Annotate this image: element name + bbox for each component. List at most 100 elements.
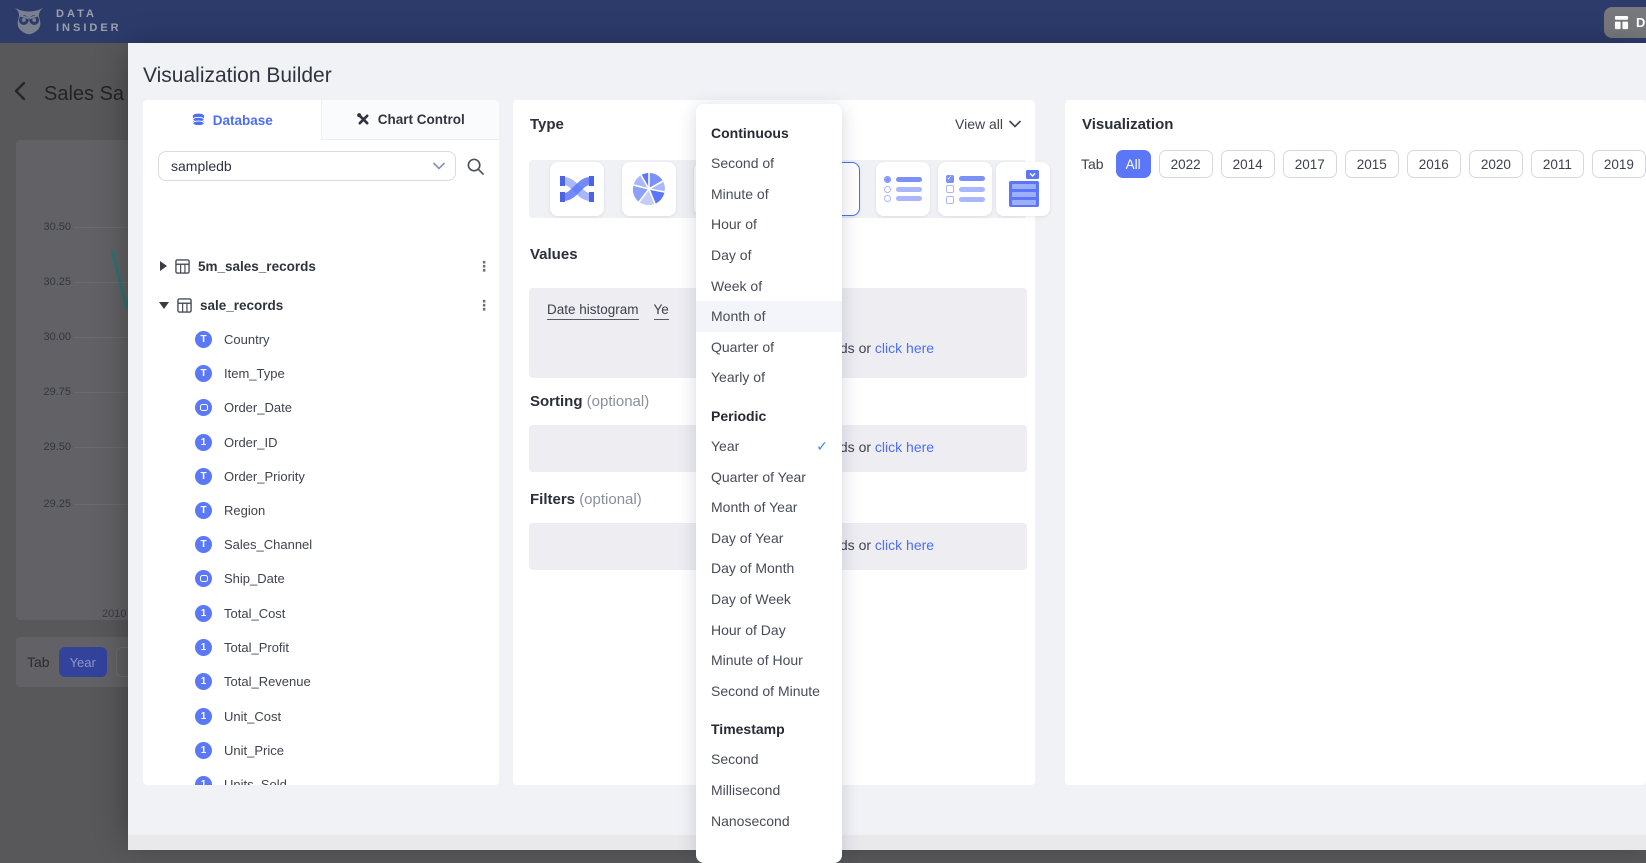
dropdown-item-highlighted[interactable]: Month of [696, 301, 842, 332]
field-item[interactable]: 1 Total_Revenue [195, 668, 491, 694]
drop-hint: elds or click here [829, 439, 934, 455]
field-item[interactable]: 1Unit_Price [195, 737, 491, 763]
number-field-icon: 1 [195, 708, 212, 725]
viz-tab-2020[interactable]: 2020 [1469, 150, 1523, 178]
dropdown-item[interactable]: Minute of [696, 179, 842, 210]
date-field-icon [195, 570, 212, 587]
viz-tab-2017[interactable]: 2017 [1283, 150, 1337, 178]
radio-list-icon [884, 174, 922, 205]
search-icon[interactable] [466, 157, 485, 176]
field-name: Total_Cost [224, 606, 285, 621]
click-here-link[interactable]: click here [875, 340, 934, 356]
value-chip-year[interactable]: Ye [654, 302, 669, 320]
dropdown-item[interactable]: Month of Year [696, 492, 842, 523]
tab-database[interactable]: Database [143, 100, 321, 140]
table-icon [177, 298, 192, 313]
number-field-icon: 1 [195, 742, 212, 759]
dropdown-section-header: Periodic [696, 401, 842, 431]
table-row-5m-sales-records[interactable]: 5m_sales_records ⋮ [157, 253, 491, 279]
tab-chip-quarter[interactable]: Qu [116, 647, 128, 677]
field-name: Item_Type [224, 366, 285, 381]
y-tick: 30.50 [43, 221, 71, 233]
check-icon: ✓ [816, 438, 828, 455]
dropdown-item[interactable]: Quarter of [696, 332, 842, 363]
field-item[interactable]: Ship_Date [195, 565, 491, 591]
field-item[interactable]: TSales_Channel [195, 531, 491, 557]
click-here-link[interactable]: click here [875, 537, 934, 553]
table-row-sale-records[interactable]: sale_records ⋮ [157, 292, 491, 318]
chart-type-dropdown-table[interactable] [996, 162, 1050, 216]
dropdown-section-header: Timestamp [696, 714, 842, 744]
chart-type-pie[interactable] [622, 162, 676, 216]
background-tab-bar: Tab Year Qu [16, 637, 128, 687]
field-item[interactable]: TOrder_Priority [195, 463, 491, 489]
dropdown-item[interactable]: Hour of Day [696, 614, 842, 645]
tools-icon [356, 112, 371, 127]
dropdown-item[interactable]: Second of [696, 148, 842, 179]
dropdown-item[interactable]: Second of Minute [696, 676, 842, 707]
pie-chart-icon [631, 171, 667, 207]
field-item[interactable]: 1 Total_Cost [195, 600, 491, 626]
dropdown-item[interactable]: Day of [696, 240, 842, 271]
number-field-icon: 1 [195, 434, 212, 451]
kebab-menu-icon[interactable]: ⋮ [477, 303, 491, 308]
app-logo[interactable]: DATA INSIDER [12, 4, 122, 38]
chart-type-sankey[interactable] [550, 162, 604, 216]
sankey-chart-icon [560, 174, 594, 204]
dashboard-button[interactable]: D [1604, 7, 1646, 38]
field-name: Country [224, 332, 270, 347]
view-all-button[interactable]: View all [955, 116, 1021, 132]
field-item[interactable]: TRegion [195, 497, 491, 523]
dropdown-item[interactable]: Nanosecond [696, 805, 842, 836]
tab-chip-year[interactable]: Year [59, 647, 107, 677]
tab-chart-control[interactable]: Chart Control [321, 100, 500, 140]
dropdown-section-header: Continuous [696, 118, 842, 148]
field-item[interactable]: 1Total_Profit [195, 634, 491, 660]
dropdown-item[interactable]: Day of Year [696, 523, 842, 554]
dashboard-button-label: D [1636, 15, 1645, 30]
field-item[interactable]: 1Unit_Cost [195, 703, 491, 729]
table-name: sale_records [200, 298, 283, 313]
viz-tab-2016[interactable]: 2016 [1407, 150, 1461, 178]
database-select[interactable]: sampledb [158, 151, 456, 181]
chart-type-checkbox-list[interactable]: ✓ [938, 162, 992, 216]
viz-tab-2015[interactable]: 2015 [1345, 150, 1399, 178]
field-item[interactable]: Order_Date [195, 394, 491, 420]
number-field-icon: 1 [195, 605, 212, 622]
dropdown-item[interactable]: Day of Week [696, 584, 842, 615]
viz-tab-2022[interactable]: 2022 [1159, 150, 1213, 178]
dropdown-item[interactable]: Hour of [696, 209, 842, 240]
dropdown-item[interactable]: Millisecond [696, 775, 842, 806]
drop-hint: elds or click here [829, 340, 934, 356]
dropdown-item[interactable]: Second [696, 744, 842, 775]
dropdown-item[interactable]: Week of [696, 270, 842, 301]
database-icon [191, 113, 206, 128]
field-item[interactable]: TItem_Type [195, 360, 491, 386]
dropdown-item-selected[interactable]: Year ✓ [696, 431, 842, 462]
expand-down-icon[interactable] [159, 302, 169, 309]
chart-type-radio-list[interactable] [876, 162, 930, 216]
dropdown-item[interactable]: Quarter of Year [696, 461, 842, 492]
viz-tab-2014[interactable]: 2014 [1221, 150, 1275, 178]
viz-tab-2011[interactable]: 2011 [1531, 150, 1584, 178]
click-here-link[interactable]: click here [875, 439, 934, 455]
field-name: Total_Revenue [224, 674, 311, 689]
field-item[interactable]: 1Order_ID [195, 429, 491, 455]
field-item[interactable]: TCountry [195, 326, 491, 352]
field-item[interactable]: 1Units_Sold [195, 771, 491, 785]
dropdown-item[interactable]: Minute of Hour [696, 645, 842, 676]
value-chip-date-histogram[interactable]: Date histogram [547, 302, 639, 320]
text-field-icon: T [195, 502, 212, 519]
back-arrow-icon[interactable] [10, 80, 32, 102]
viz-tab-label: Tab [1081, 156, 1104, 172]
expand-right-icon[interactable] [160, 261, 167, 271]
kebab-menu-icon[interactable]: ⋮ [477, 264, 491, 269]
dropdown-item[interactable]: Day of Month [696, 553, 842, 584]
modal-title: Visualization Builder [143, 64, 332, 88]
viz-tab-2019[interactable]: 2019 [1592, 150, 1646, 178]
checkbox-list-icon: ✓ [946, 172, 985, 206]
y-tick: 29.25 [43, 498, 71, 510]
number-field-icon: 1 [195, 673, 212, 690]
dropdown-item[interactable]: Yearly of [696, 362, 842, 393]
viz-tab-all[interactable]: All [1116, 150, 1151, 178]
